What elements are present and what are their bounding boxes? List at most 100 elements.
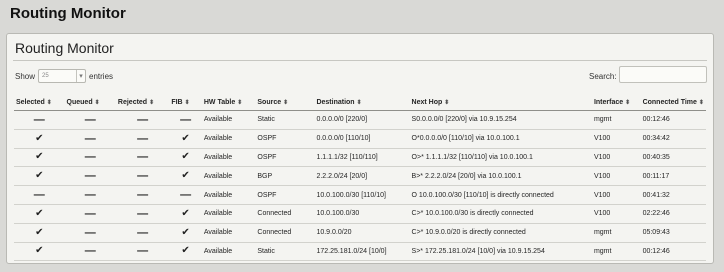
- column-header-selected[interactable]: Selected ⬍: [14, 95, 65, 111]
- source-cell: Static: [255, 242, 315, 262]
- queued-cell: —: [64, 129, 116, 149]
- hw-table-cell: Available: [201, 148, 256, 168]
- column-header-rejected[interactable]: Rejected ⬍: [115, 95, 170, 111]
- column-header-queued[interactable]: Queued ⬍: [64, 95, 116, 111]
- hw-table-cell: Available: [201, 129, 256, 149]
- sort-icon[interactable]: ⬍: [47, 100, 52, 106]
- check-icon: ✔: [181, 245, 190, 257]
- dash-icon: —: [84, 226, 96, 239]
- dash-icon: —: [84, 170, 96, 183]
- table-row[interactable]: — — — — Available OSPF 10.0.100.0/30 [110/10] O…: [14, 185, 706, 205]
- source-cell: OSPF: [255, 185, 315, 205]
- check-icon: ✔: [35, 170, 44, 182]
- selected-cell: ✔: [14, 129, 65, 149]
- search-input[interactable]: [619, 66, 707, 83]
- sort-icon[interactable]: ⬍: [625, 100, 630, 106]
- column-header-interface[interactable]: Interface ⬍: [591, 95, 641, 111]
- sort-icon[interactable]: ⬍: [444, 100, 449, 106]
- table-row[interactable]: ✔ — — ✔ Available Connected 10.0.100.0/30 C>* 1…: [14, 204, 706, 224]
- table-row[interactable]: ✔ — — ✔ Available OSPF 1.1.1.1/32 [110/110] O>*…: [14, 148, 706, 168]
- sort-icon[interactable]: ⬍: [283, 100, 288, 106]
- interface-cell: mgmt: [591, 110, 641, 130]
- column-header-source[interactable]: Source ⬍: [255, 95, 315, 111]
- source-cell: Connected: [255, 223, 315, 243]
- next-hop-cell: S0.0.0.0/0 [220/0] via 10.9.15.254: [409, 110, 592, 130]
- panel-title: Routing Monitor: [15, 40, 114, 56]
- sort-icon[interactable]: ⬍: [149, 100, 154, 106]
- dash-icon: —: [84, 113, 96, 126]
- column-header-next-hop[interactable]: Next Hop ⬍: [409, 95, 592, 111]
- column-header-label: FIB: [171, 99, 183, 106]
- check-icon: ✔: [181, 132, 190, 144]
- rejected-cell: —: [115, 129, 170, 149]
- dash-icon: —: [137, 113, 149, 126]
- entries-label: entries: [89, 71, 114, 81]
- sort-icon[interactable]: ⬍: [699, 100, 704, 106]
- sort-icon[interactable]: ⬍: [95, 100, 100, 106]
- interface-cell: V100: [591, 166, 641, 187]
- fib-cell: ✔: [169, 223, 202, 243]
- dash-icon: —: [180, 113, 192, 126]
- hw-table-cell: Available: [201, 223, 256, 243]
- queued-cell: —: [64, 166, 116, 187]
- dash-icon: —: [137, 226, 149, 239]
- source-cell: OSPF: [255, 129, 315, 149]
- dash-icon: —: [84, 207, 96, 220]
- fib-cell: ✔: [169, 129, 202, 149]
- sort-icon[interactable]: ⬍: [237, 100, 242, 106]
- fib-cell: —: [169, 110, 202, 130]
- hw-table-cell: Available: [201, 166, 256, 187]
- rejected-cell: —: [115, 185, 170, 205]
- destination-cell: 2.2.2.0/24 [20/0]: [314, 166, 410, 187]
- column-header-destination[interactable]: Destination ⬍: [314, 95, 410, 111]
- interface-cell: V100: [591, 185, 641, 205]
- check-icon: ✔: [181, 226, 190, 238]
- hw-table-cell: Available: [201, 242, 256, 262]
- connected-time-cell: 00:11:17: [640, 166, 706, 187]
- routing-table-body: — — — — Available Static 0.0.0.0/0 [220/0] S0.0…: [14, 110, 706, 262]
- selected-cell: ✔: [14, 204, 65, 224]
- connected-time-cell: 00:40:35: [640, 148, 706, 168]
- fib-cell: ✔: [169, 204, 202, 224]
- dash-icon: —: [137, 189, 149, 202]
- dash-icon: —: [33, 113, 45, 126]
- table-row[interactable]: ✔ — — ✔ Available OSPF 0.0.0.0/0 [110/10] O*0.0…: [14, 129, 706, 149]
- check-icon: ✔: [35, 245, 44, 257]
- sort-icon[interactable]: ⬍: [357, 100, 362, 106]
- table-row[interactable]: ✔ — — ✔ Available Connected 10.9.0.0/20 C>* 10.…: [14, 223, 706, 243]
- dash-icon: —: [84, 132, 96, 145]
- table-row[interactable]: — — — — Available Static 0.0.0.0/0 [220/0] S0.0…: [14, 110, 706, 130]
- destination-cell: 0.0.0.0/0 [110/10]: [314, 129, 410, 149]
- panel-divider: [13, 60, 707, 61]
- column-header-connected-time[interactable]: Connected Time ⬍: [640, 95, 706, 111]
- dash-icon: —: [137, 151, 149, 164]
- column-header-label: Next Hop: [411, 99, 443, 106]
- destination-cell: 10.9.0.0/20: [314, 223, 410, 243]
- selected-cell: —: [14, 110, 65, 130]
- rejected-cell: —: [115, 166, 170, 187]
- fib-cell: ✔: [169, 148, 202, 168]
- entries-value: 25: [42, 73, 49, 79]
- column-header-label: Queued: [66, 99, 93, 106]
- queued-cell: —: [64, 185, 116, 205]
- selected-cell: ✔: [14, 242, 65, 262]
- selected-cell: —: [14, 185, 65, 205]
- next-hop-cell: O>* 1.1.1.1/32 [110/110] via 10.0.100.1: [409, 148, 592, 168]
- hw-table-cell: Available: [201, 185, 256, 205]
- next-hop-cell: S>* 172.25.181.0/24 [10/0] via 10.9.15.2…: [409, 242, 592, 262]
- source-cell: OSPF: [255, 148, 315, 168]
- interface-cell: V100: [591, 204, 641, 224]
- search-label: Search:: [589, 72, 617, 81]
- column-header-fib[interactable]: FIB ⬍: [169, 95, 202, 111]
- destination-cell: 1.1.1.1/32 [110/110]: [314, 148, 410, 168]
- connected-time-cell: 02:22:46: [640, 204, 706, 224]
- rejected-cell: —: [115, 148, 170, 168]
- table-row[interactable]: ✔ — — ✔ Available Static 172.25.181.0/24 [10/0…: [14, 242, 706, 262]
- check-icon: ✔: [181, 151, 190, 163]
- sort-icon[interactable]: ⬍: [185, 100, 190, 106]
- column-header-hw-table[interactable]: HW Table ⬍: [201, 95, 256, 111]
- destination-cell: 10.0.100.0/30 [110/10]: [314, 185, 410, 205]
- entries-select[interactable]: 25 ▾: [38, 69, 87, 83]
- table-row[interactable]: ✔ — — ✔ Available BGP 2.2.2.0/24 [20/0] B>* 2.2…: [14, 166, 706, 187]
- selected-cell: ✔: [14, 166, 65, 187]
